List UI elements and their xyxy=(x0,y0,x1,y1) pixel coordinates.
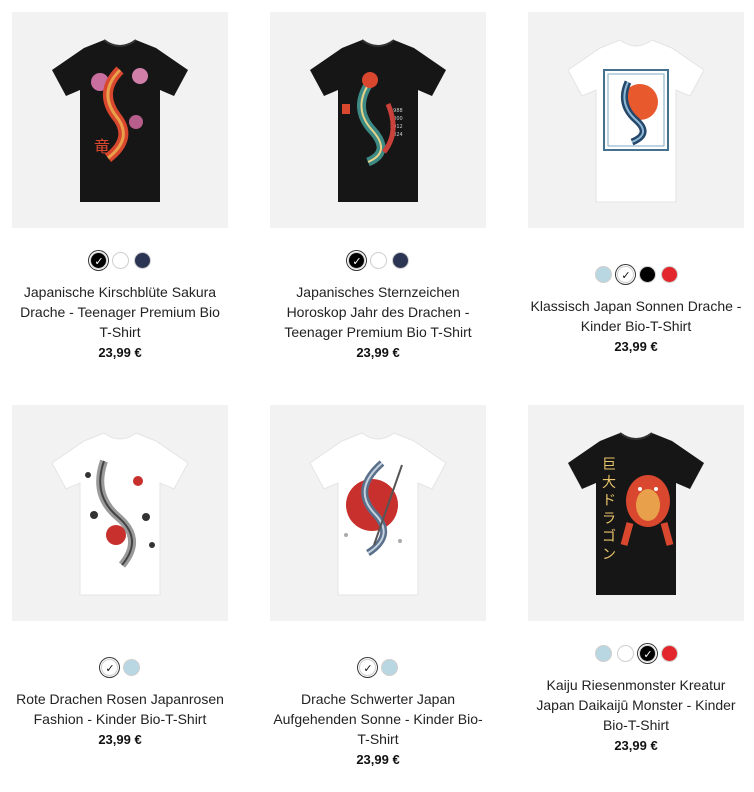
svg-text:ゴ: ゴ xyxy=(602,528,616,545)
checkmark-icon: ✓ xyxy=(621,269,631,282)
checkmark-icon: ✓ xyxy=(352,255,362,268)
color-swatches: ✓ xyxy=(528,645,744,665)
color-swatch[interactable] xyxy=(660,266,678,283)
product-card[interactable]: 竜 ✓ Japanische Kirschblüte Sakura Drache… xyxy=(12,12,228,360)
svg-text:ン: ン xyxy=(602,547,616,563)
white-tshirt-sun-dragon-graphic xyxy=(567,39,705,203)
color-swatch[interactable] xyxy=(111,252,129,269)
product-card[interactable]: ✓ Klassisch Japan Sonnen Drache - Kinder… xyxy=(528,12,744,354)
checkmark-icon: ✓ xyxy=(105,662,115,675)
svg-text:竜: 竜 xyxy=(94,137,110,156)
color-swatch[interactable] xyxy=(616,645,634,662)
black-tshirt-kaiju-monster-graphic: 巨 大 ド ラ ゴ ン xyxy=(568,432,704,595)
color-swatch[interactable] xyxy=(380,659,398,676)
product-title[interactable]: Rote Drachen Rosen Japanrosen Fashion - … xyxy=(12,689,228,729)
color-swatch[interactable] xyxy=(369,252,387,269)
color-swatches: ✓ xyxy=(270,659,486,679)
color-swatch[interactable] xyxy=(133,252,151,269)
product-image[interactable]: 竜 xyxy=(12,12,228,228)
color-swatch[interactable] xyxy=(391,252,409,269)
product-price: 23,99 € xyxy=(356,752,400,767)
product-price: 23,99 € xyxy=(98,345,142,360)
product-title[interactable]: Kaiju Riesenmonster Kreatur Japan Daikai… xyxy=(528,675,744,735)
product-title[interactable]: Drache Schwerter Japan Aufgehenden Sonne… xyxy=(270,689,486,749)
color-swatch[interactable]: ✓ xyxy=(638,645,656,662)
color-swatches: ✓ xyxy=(270,252,486,272)
color-swatches: ✓ xyxy=(12,659,228,679)
product-price: 23,99 € xyxy=(614,738,658,753)
color-swatch[interactable] xyxy=(660,645,678,662)
product-image[interactable] xyxy=(270,405,486,621)
product-image[interactable] xyxy=(12,405,228,621)
svg-text:巨: 巨 xyxy=(602,457,616,473)
checkmark-icon: ✓ xyxy=(643,648,653,661)
product-price: 23,99 € xyxy=(98,732,142,747)
color-swatch[interactable] xyxy=(638,266,656,283)
color-swatch[interactable]: ✓ xyxy=(358,659,376,676)
color-swatch[interactable]: ✓ xyxy=(347,252,365,269)
svg-text:ラ: ラ xyxy=(602,511,616,527)
color-swatch[interactable] xyxy=(594,266,612,283)
color-swatch[interactable] xyxy=(122,659,140,676)
product-title[interactable]: Japanische Kirschblüte Sakura Drache - T… xyxy=(12,282,228,342)
product-title[interactable]: Japanisches Sternzeichen Horoskop Jahr d… xyxy=(270,282,486,342)
black-tshirt-dragon-zodiac-graphic: 1988 2000 2012 2024 xyxy=(310,39,446,202)
product-card[interactable]: 巨 大 ド ラ ゴ ン ✓ Kaiju Riesenmonster Kreatu… xyxy=(528,405,744,753)
checkmark-icon: ✓ xyxy=(94,255,104,268)
svg-text:ド: ド xyxy=(602,493,616,509)
product-card[interactable]: ✓ Drache Schwerter Japan Aufgehenden Son… xyxy=(270,405,486,767)
product-title[interactable]: Klassisch Japan Sonnen Drache - Kinder B… xyxy=(528,296,744,336)
color-swatch[interactable]: ✓ xyxy=(616,266,634,283)
black-tshirt-dragon-sakura-graphic: 竜 xyxy=(52,39,188,202)
svg-text:大: 大 xyxy=(602,475,616,491)
color-swatch[interactable] xyxy=(594,645,612,662)
product-image[interactable]: 巨 大 ド ラ ゴ ン xyxy=(528,405,744,621)
product-price: 23,99 € xyxy=(356,345,400,360)
color-swatches: ✓ xyxy=(12,252,228,272)
product-image[interactable]: 1988 2000 2012 2024 xyxy=(270,12,486,228)
product-card[interactable]: ✓ Rote Drachen Rosen Japanrosen Fashion … xyxy=(12,405,228,747)
color-swatch[interactable]: ✓ xyxy=(89,252,107,269)
product-grid: 竜 ✓ Japanische Kirschblüte Sakura Drache… xyxy=(0,0,754,792)
product-image[interactable] xyxy=(528,12,744,228)
color-swatch[interactable]: ✓ xyxy=(100,659,118,676)
product-card[interactable]: 1988 2000 2012 2024 ✓ Japanisches Sternz… xyxy=(270,12,486,360)
product-price: 23,99 € xyxy=(614,339,658,354)
color-swatches: ✓ xyxy=(528,266,744,286)
white-tshirt-dragon-roses-graphic xyxy=(51,432,189,596)
white-tshirt-dragon-swords-graphic xyxy=(309,432,447,596)
checkmark-icon: ✓ xyxy=(363,662,373,675)
